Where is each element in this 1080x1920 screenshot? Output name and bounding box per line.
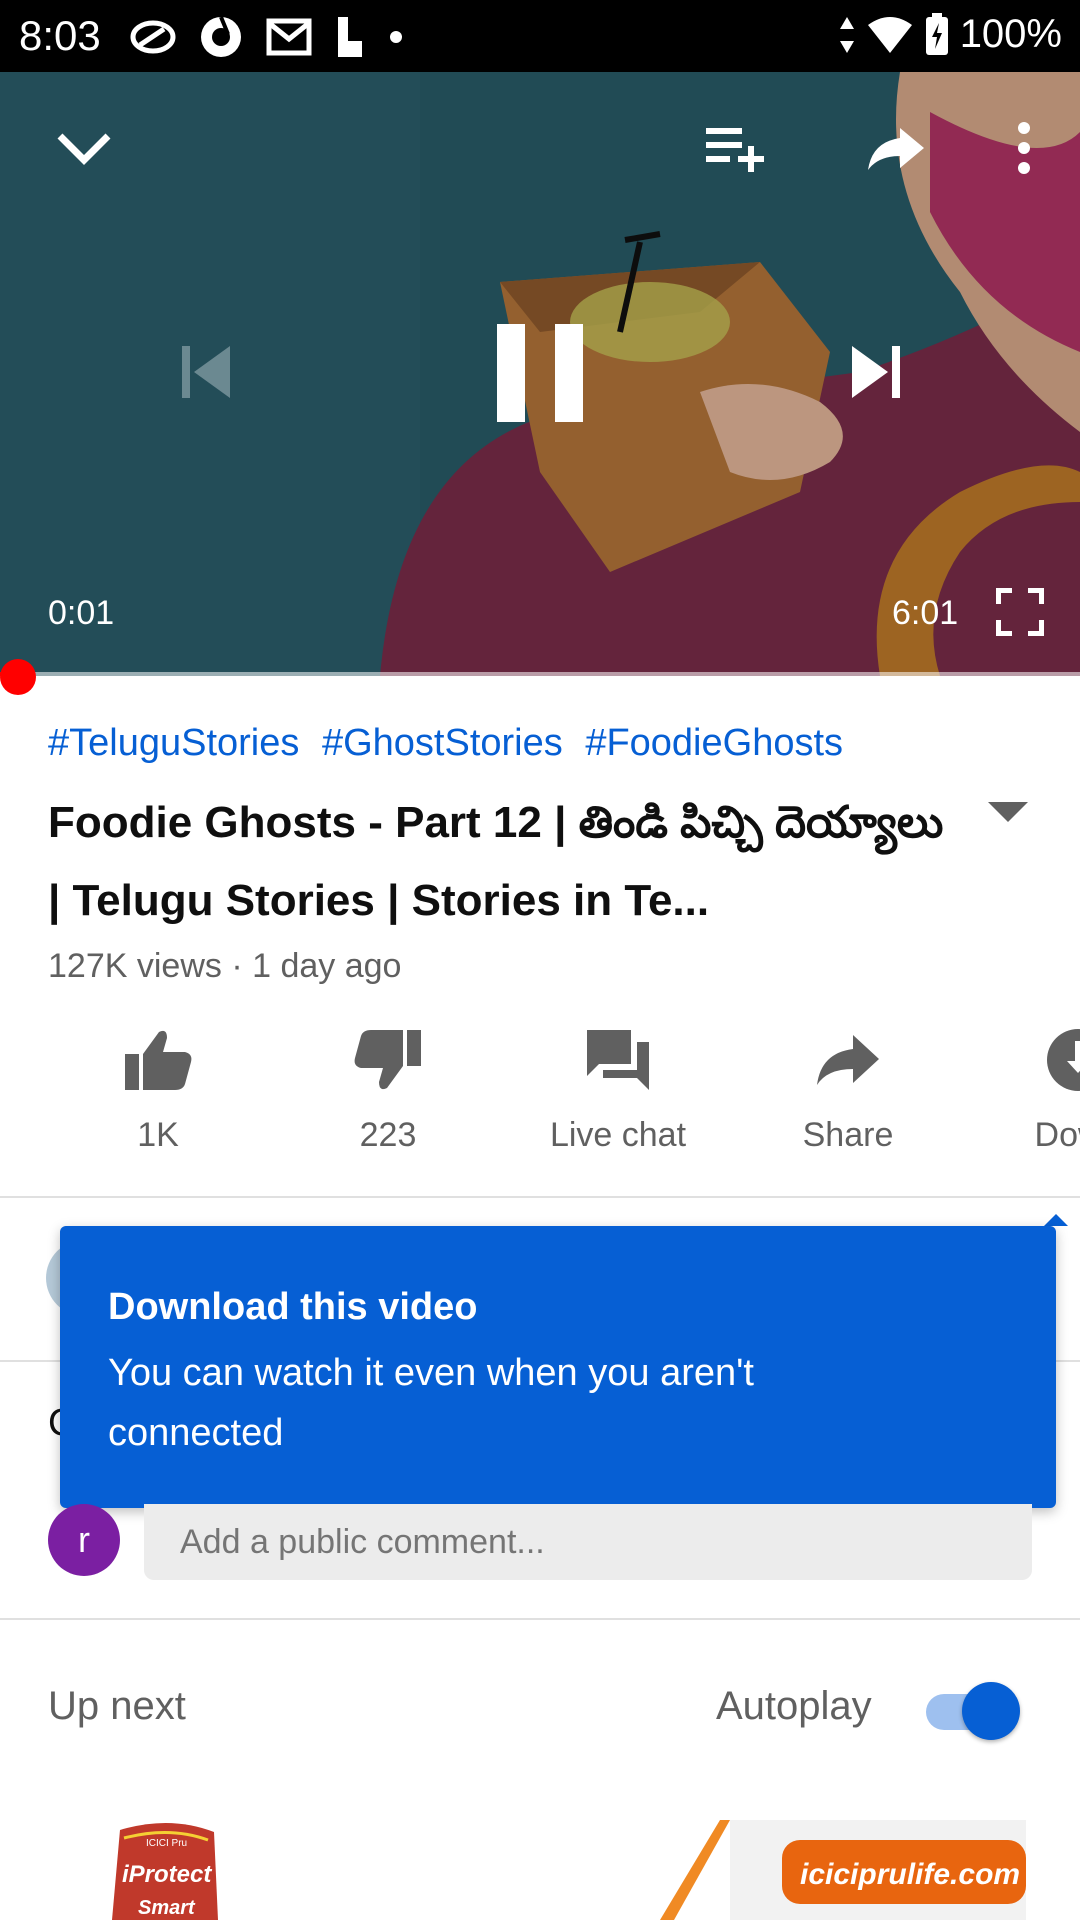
player-more-button[interactable]	[1000, 116, 1048, 180]
ad-artwork: ICICI Pru iProtect Smart iciciprulife.co…	[112, 1820, 1026, 1920]
like-count: 1K	[137, 1116, 179, 1154]
hashtag-link[interactable]: #GhostStories	[322, 722, 563, 764]
status-right: 100%	[838, 12, 1062, 57]
download-label: Down	[1034, 1116, 1080, 1154]
tooltip-title: Download this video	[108, 1286, 478, 1328]
progress-bar[interactable]	[0, 672, 1080, 676]
dislike-count: 223	[359, 1116, 417, 1154]
up-next-label: Up next	[48, 1684, 186, 1728]
live-chat-button[interactable]: Live chat	[518, 1020, 718, 1155]
minimize-button[interactable]	[44, 112, 124, 184]
ad-logo-iprotect: iProtect	[122, 1861, 212, 1888]
fullscreen-button[interactable]	[990, 582, 1050, 642]
share-label: Share	[802, 1116, 894, 1154]
ad-logo-small: ICICI Pru	[146, 1838, 187, 1849]
share-icon	[817, 1035, 879, 1085]
previous-button[interactable]	[166, 332, 246, 412]
comment-input[interactable]	[144, 1504, 1032, 1580]
divider	[0, 1196, 1080, 1198]
status-bar: 8:03 100%	[0, 0, 1080, 72]
autoplay-toggle[interactable]	[924, 1680, 1024, 1740]
tooltip-pointer	[1044, 1214, 1068, 1226]
battery-charging-icon	[925, 12, 948, 55]
video-duration: 6:01	[892, 594, 959, 632]
chat-bubbles-icon	[587, 1030, 649, 1090]
skip-next-icon	[852, 346, 900, 398]
share-arrow-icon	[868, 128, 924, 170]
app-l-icon	[338, 17, 362, 57]
hashtags: #TeluguStories #GhostStories #FoodieGhos…	[48, 722, 855, 765]
thumb-up-icon	[125, 1030, 192, 1090]
toggle-knob	[962, 1682, 1020, 1740]
camera-app-icon	[201, 16, 241, 57]
divider	[0, 1618, 1080, 1620]
pause-button[interactable]	[490, 318, 590, 428]
progress-scrubber[interactable]	[0, 659, 36, 695]
download-tooltip[interactable]: Download this video You can watch it eve…	[60, 1226, 1056, 1508]
live-chat-label: Live chat	[549, 1116, 687, 1154]
skip-previous-icon	[182, 346, 230, 398]
gmail-icon	[266, 18, 312, 56]
download-button[interactable]: Down	[978, 1020, 1080, 1155]
up-next-ad-thumbnail[interactable]: ICICI Pru iProtect Smart iciciprulife.co…	[0, 1810, 1080, 1920]
chevron-down-icon	[57, 133, 111, 165]
more-notifications-dot-icon	[390, 31, 402, 43]
hashtag-link[interactable]: #FoodieGhosts	[585, 722, 843, 764]
next-button[interactable]	[836, 332, 916, 412]
battery-percent: 100%	[959, 12, 1062, 56]
like-button[interactable]: 1K	[58, 1020, 258, 1155]
video-title[interactable]: Foodie Ghosts - Part 12 | తిండి పిచ్చి ద…	[48, 784, 948, 940]
autoplay-label: Autoplay	[716, 1684, 872, 1728]
more-vert-icon	[1018, 122, 1030, 174]
app-notification-icon	[130, 20, 176, 54]
action-bar: 1K 223 Live chat Share Down	[0, 1020, 1080, 1180]
wifi-icon	[867, 16, 912, 53]
video-meta: 127K views · 1 day ago	[48, 947, 402, 985]
download-icon	[1047, 1029, 1080, 1091]
data-arrows-icon	[839, 16, 854, 53]
current-time: 0:01	[48, 594, 115, 632]
status-time: 8:03	[19, 12, 101, 59]
add-to-playlist-button[interactable]	[696, 116, 776, 180]
tooltip-body: You can watch it even when you aren't co…	[108, 1352, 754, 1454]
notification-icons	[130, 14, 404, 60]
thumb-down-icon	[354, 1030, 421, 1090]
ad-logo-smart: Smart	[138, 1897, 196, 1919]
expand-description-button[interactable]	[986, 800, 1030, 829]
video-player[interactable]: 0:01 6:01	[0, 72, 1080, 676]
fullscreen-icon	[996, 588, 1044, 636]
dislike-button[interactable]: 223	[288, 1020, 488, 1155]
ad-site-text: iciciprulife.com	[800, 1858, 1020, 1891]
user-avatar[interactable]: r	[48, 1504, 120, 1576]
playlist-add-icon	[706, 128, 764, 172]
share-video-button[interactable]	[856, 116, 936, 180]
hashtag-link[interactable]: #TeluguStories	[48, 722, 299, 764]
dropdown-arrow-icon	[988, 802, 1028, 822]
pause-icon	[497, 324, 583, 422]
share-button[interactable]: Share	[748, 1020, 948, 1155]
